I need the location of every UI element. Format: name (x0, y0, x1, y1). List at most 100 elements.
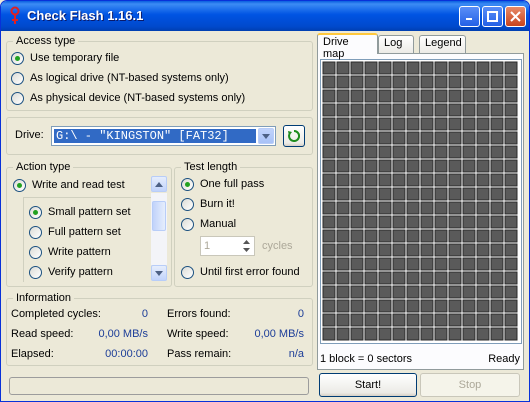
drive-block (448, 159, 462, 173)
drive-block (434, 75, 448, 89)
drive-dropdown-button[interactable] (258, 128, 274, 144)
write-read-test-option[interactable]: Write and read test (13, 177, 125, 193)
drive-block (420, 89, 434, 103)
stop-button[interactable]: Stop (420, 373, 520, 397)
drive-block (406, 201, 420, 215)
drive-block (448, 243, 462, 257)
manual-option[interactable]: Manual (181, 216, 236, 232)
drive-block (476, 243, 490, 257)
drive-block (392, 257, 406, 271)
app-window: Check Flash 1.16.1 Access type Use tempo… (0, 0, 530, 402)
minimize-button[interactable] (459, 6, 480, 27)
drive-block (364, 75, 378, 89)
information-title: Information (13, 291, 75, 305)
pattern-option-label: Full pattern set (48, 226, 121, 238)
drive-block (378, 215, 392, 229)
drive-block (392, 215, 406, 229)
start-button-label: Start! (354, 379, 382, 391)
access-logical-drive-option[interactable]: As logical drive (NT-based systems only) (11, 70, 229, 86)
maximize-button[interactable] (482, 6, 503, 27)
drive-block (490, 75, 504, 89)
drive-block (434, 215, 448, 229)
start-button[interactable]: Start! (319, 373, 417, 397)
drive-block (406, 229, 420, 243)
refresh-button[interactable] (283, 125, 305, 147)
access-option-label: Use temporary file (30, 52, 120, 64)
drive-block (406, 131, 420, 145)
drive-block (378, 131, 392, 145)
action-scrollbar-track[interactable] (151, 193, 167, 265)
drive-block (434, 61, 448, 75)
drive-block (476, 299, 490, 313)
drive-block (392, 271, 406, 285)
drive-block (462, 229, 476, 243)
drive-block (336, 271, 350, 285)
drive-block (476, 327, 490, 341)
tab-drive-map[interactable]: Drive map (317, 33, 378, 60)
action-scroll-down-button[interactable] (151, 265, 167, 281)
block-grid (320, 59, 522, 344)
close-button[interactable] (505, 6, 526, 27)
tab-legend[interactable]: Legend (419, 35, 466, 53)
pattern-write-option[interactable]: Write pattern (29, 244, 111, 260)
one-full-pass-option[interactable]: One full pass (181, 176, 264, 192)
drive-block (420, 103, 434, 117)
drive-block (364, 271, 378, 285)
drive-label: Drive: (15, 129, 44, 141)
drive-block (420, 159, 434, 173)
drive-block (322, 215, 336, 229)
drive-block (462, 173, 476, 187)
drive-select[interactable]: G:\ - "KINGSTON" [FAT32] (51, 126, 276, 146)
burn-it-option[interactable]: Burn it! (181, 196, 235, 212)
drive-block (350, 103, 364, 117)
chevron-down-icon (155, 270, 163, 276)
cycles-spinner[interactable]: 1 (200, 236, 255, 256)
drive-block (434, 131, 448, 145)
until-first-error-option[interactable]: Until first error found (181, 264, 300, 280)
cycles-unit-label: cycles (262, 240, 293, 252)
drive-block (504, 201, 518, 215)
drive-block (378, 327, 392, 341)
drive-block (378, 257, 392, 271)
drive-block (434, 145, 448, 159)
drive-block (378, 61, 392, 75)
pattern-small-option[interactable]: Small pattern set (29, 204, 131, 220)
drive-block (434, 285, 448, 299)
radio-icon (181, 217, 194, 231)
cycles-down-button[interactable] (239, 246, 253, 254)
drive-block (350, 215, 364, 229)
action-type-title: Action type (13, 160, 74, 174)
action-scrollbar-thumb[interactable] (152, 201, 166, 231)
drive-block (392, 285, 406, 299)
drive-block (434, 117, 448, 131)
drive-block (504, 131, 518, 145)
drive-block (350, 117, 364, 131)
drive-block (434, 299, 448, 313)
drive-block (350, 313, 364, 327)
drive-block (322, 61, 336, 75)
pattern-full-option[interactable]: Full pattern set (29, 224, 121, 240)
access-physical-device-option[interactable]: As physical device (NT-based systems onl… (11, 90, 245, 106)
drive-block (392, 243, 406, 257)
read-speed-value: 0,00 MB/s (98, 328, 148, 340)
pattern-verify-option[interactable]: Verify pattern (29, 264, 113, 280)
action-scroll-up-button[interactable] (151, 176, 167, 192)
drive-block (378, 75, 392, 89)
drive-block (350, 187, 364, 201)
test-length-title: Test length (181, 160, 241, 174)
drive-block (462, 327, 476, 341)
title-bar[interactable]: Check Flash 1.16.1 (1, 1, 529, 31)
drive-block (378, 243, 392, 257)
tab-log[interactable]: Log (378, 35, 414, 53)
completed-cycles-value: 0 (141, 308, 148, 320)
drive-block (364, 299, 378, 313)
drive-block (490, 103, 504, 117)
drive-block (490, 173, 504, 187)
drive-block (350, 145, 364, 159)
drive-block (350, 299, 364, 313)
drive-block (378, 313, 392, 327)
elapsed-value: 00:00:00 (105, 348, 148, 360)
stop-button-label: Stop (458, 379, 482, 391)
access-temp-file-option[interactable]: Use temporary file (11, 50, 119, 66)
cycles-up-button[interactable] (239, 238, 253, 246)
